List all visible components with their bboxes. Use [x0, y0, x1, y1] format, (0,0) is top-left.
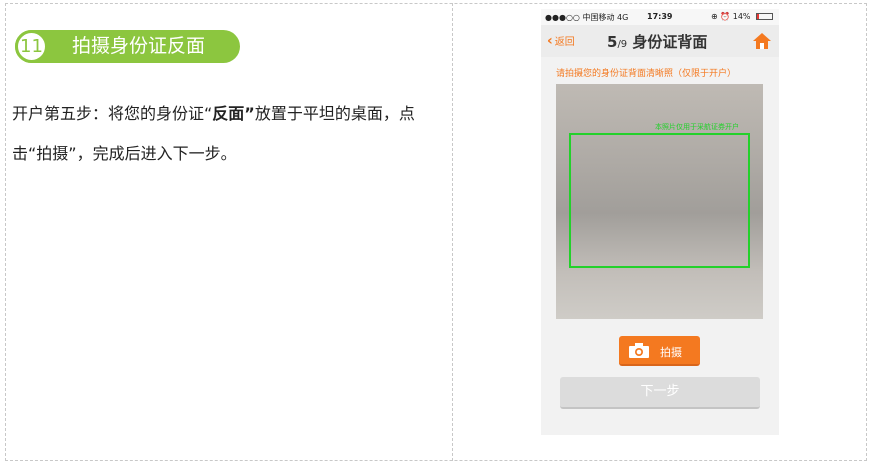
step-number: 11 [15, 30, 48, 63]
back-label: 返回 [554, 37, 575, 48]
status-right: ⊕ ⏰ 14% [711, 12, 751, 21]
capture-hint: 请拍摄您的身份证背面清晰照（仅限于开户） [556, 69, 737, 79]
id-card-guide-frame [569, 133, 750, 268]
nav-step-total: /9 [617, 39, 628, 50]
next-step-button[interactable]: 下一步 [560, 377, 760, 409]
home-icon[interactable] [752, 31, 772, 51]
camera-icon [629, 343, 649, 358]
status-bar: ●●●○○ 中国移动 4G 17:39 ⊕ ⏰ 14% [541, 9, 779, 25]
step-title: 拍摄身份证反面 [72, 35, 206, 57]
shoot-button[interactable]: 拍摄 [619, 336, 700, 366]
description-emphasis: 反面” [212, 104, 255, 123]
back-button[interactable]: ‹ 返回 [547, 33, 575, 49]
chevron-left-icon: ‹ [547, 33, 553, 49]
photo-watermark: 本照片仅用于采航证券开户 [655, 123, 739, 131]
status-time: 17:39 [647, 12, 673, 21]
description-text-1: 开户第五步：将您的身份证“ [12, 104, 213, 123]
carrier-signal: ●●●○○ 中国移动 4G [545, 13, 629, 22]
nav-title-text: 身份证背面 [632, 33, 708, 51]
nav-step-current: 5 [607, 33, 618, 51]
battery-icon [756, 13, 773, 20]
column-divider [452, 3, 453, 461]
nav-bar: ‹ 返回 5/9 身份证背面 [541, 25, 779, 57]
step-header: 11 拍摄身份证反面 [15, 30, 240, 63]
nav-title: 5/9 身份证背面 [607, 31, 707, 52]
shoot-button-label: 拍摄 [660, 346, 682, 359]
phone-screenshot: ●●●○○ 中国移动 4G 17:39 ⊕ ⏰ 14% ‹ 返回 5/9 身份证背… [541, 9, 779, 435]
camera-preview: 本照片仅用于采航证券开户 [556, 84, 763, 319]
battery-level [757, 14, 760, 19]
step-description: 开户第五步：将您的身份证“反面”放置于平坦的桌面，点击“拍摄”，完成后进入下一步… [12, 94, 444, 174]
